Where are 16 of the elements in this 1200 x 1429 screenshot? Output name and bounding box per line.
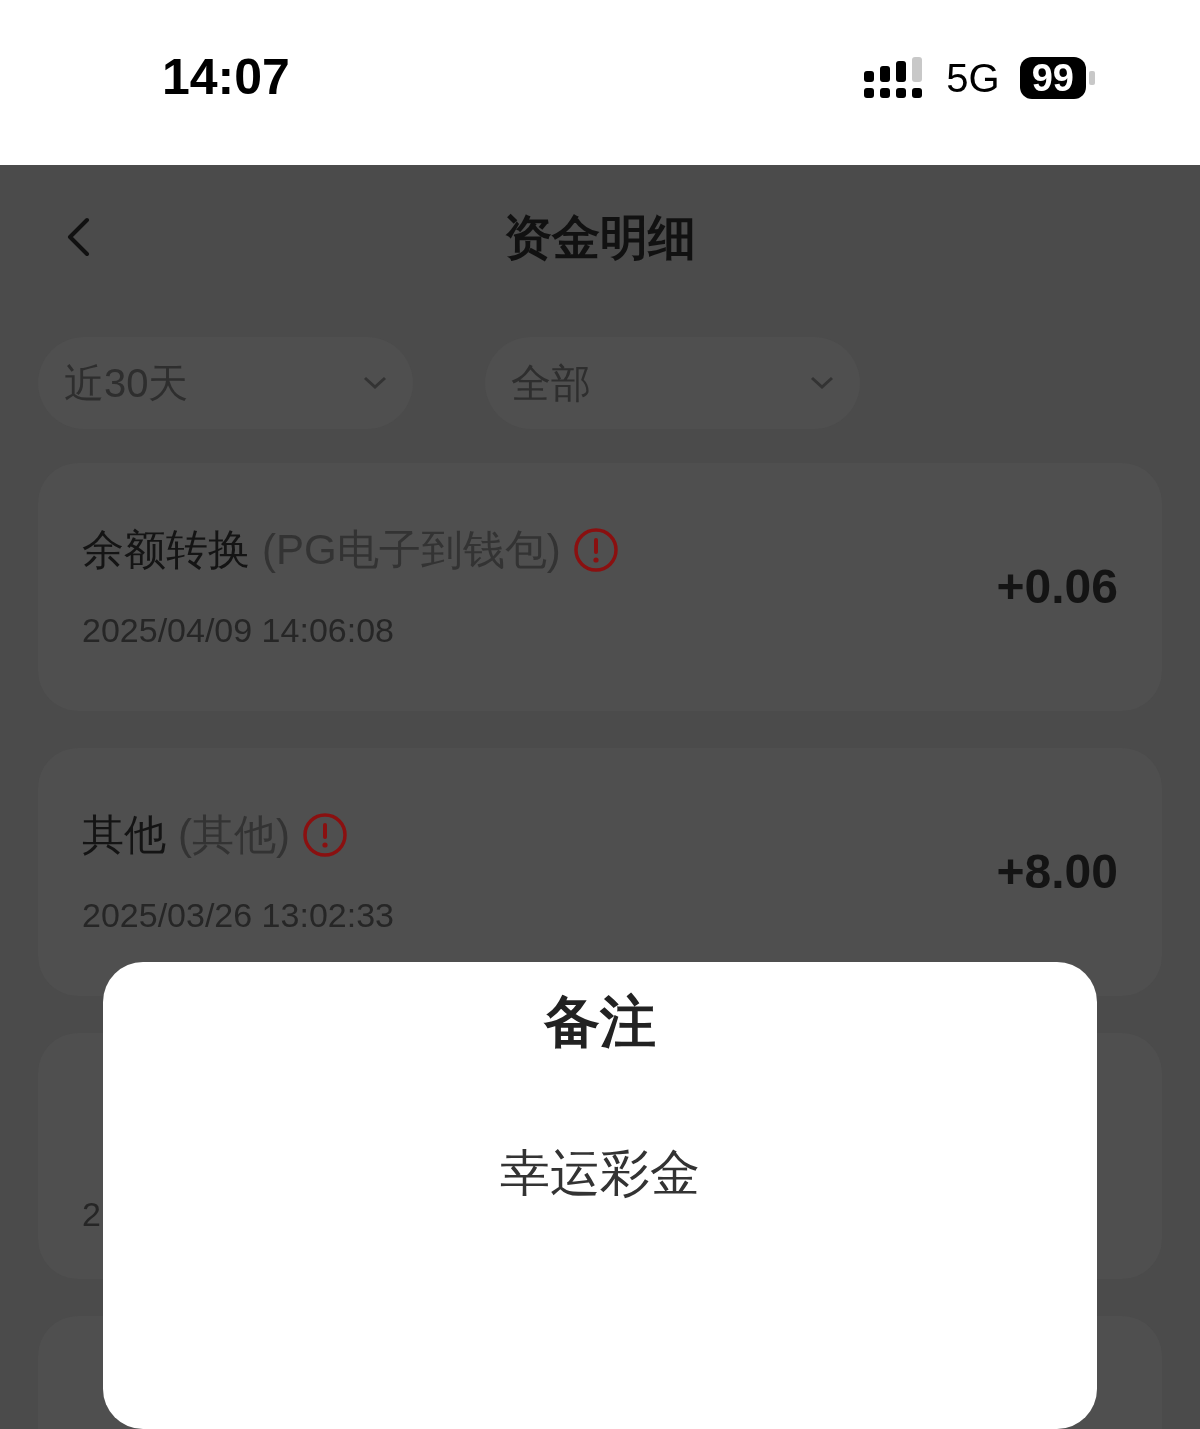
page-title: 资金明细 [504,209,696,266]
chevron-down-icon [363,376,387,390]
battery-level: 99 [1019,56,1086,99]
status-time: 14:07 [162,48,290,107]
info-icon[interactable] [572,527,619,573]
record-amount: +0.06 [996,563,1118,611]
record-type: 其他 [82,814,166,856]
back-icon[interactable] [66,217,90,257]
battery-cap-icon [1089,70,1095,85]
record-amount: +8.00 [996,848,1118,896]
chevron-down-icon [810,376,834,390]
dialog-message: 幸运彩金 [500,1148,700,1198]
network-label: 5G [946,54,1000,102]
dialog-title: 备注 [544,994,656,1050]
info-icon[interactable] [302,812,348,858]
record-type: 余额转换 [82,529,250,571]
